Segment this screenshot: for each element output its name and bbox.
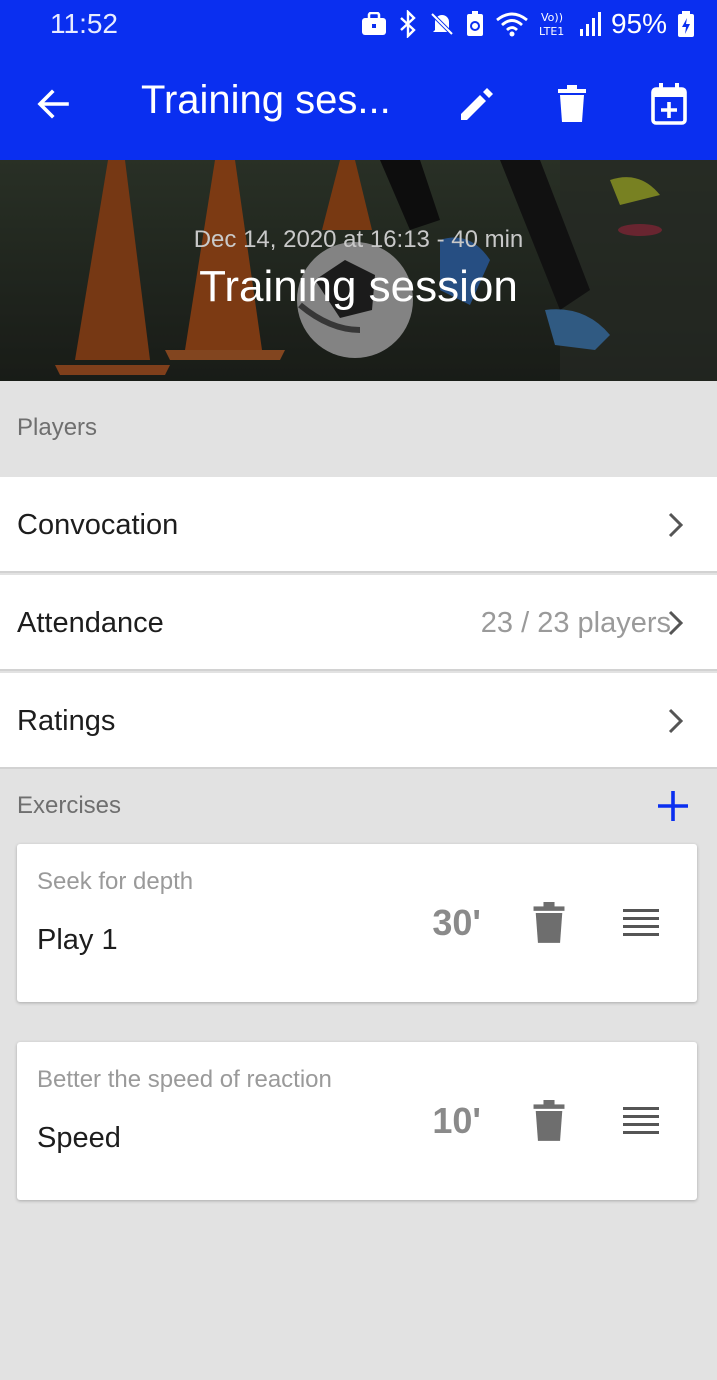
trash-icon[interactable] (529, 902, 569, 944)
svg-text:Vo)): Vo)) (541, 11, 563, 24)
add-exercise-button[interactable] (655, 788, 691, 824)
session-datetime: Dec 14, 2020 at 16:13 - 40 min (193, 226, 524, 253)
session-title: Training session (199, 262, 518, 311)
edit-button[interactable] (449, 76, 505, 132)
plus-icon (658, 791, 688, 821)
chevron-right-icon (668, 512, 684, 538)
status-bar: 11:52 Vo)) LTE1 95% (0, 0, 717, 48)
volte-icon: Vo))LTE1 (539, 11, 564, 38)
chevron-right-icon (668, 708, 684, 734)
row-convocation[interactable]: Convocation (0, 477, 717, 573)
trash-icon (558, 85, 586, 122)
status-time: 11:52 (50, 8, 118, 39)
app-bar: Training ses... (0, 48, 717, 160)
attendance-count: 23 / 23 players (480, 607, 671, 639)
app-header: 11:52 Vo)) LTE1 95% Training ses... (0, 0, 717, 160)
exercise-duration: 30' (432, 902, 481, 943)
wifi-icon (496, 12, 528, 37)
briefcase-icon (361, 12, 386, 35)
exercise-name: Play 1 (37, 924, 118, 956)
battery-charging-icon (678, 11, 694, 37)
edit-pencil-icon (461, 88, 493, 120)
drag-handle-icon[interactable] (621, 906, 661, 940)
row-label: Convocation (17, 509, 179, 541)
delete-session-button[interactable] (544, 76, 600, 132)
exercise-description: Better the speed of reaction (37, 1066, 332, 1093)
hero-banner: Dec 14, 2020 at 16:13 - 40 min Training … (0, 160, 717, 381)
players-section-label: Players (17, 414, 98, 441)
svg-text:LTE1: LTE1 (539, 25, 564, 38)
add-to-calendar-button[interactable] (641, 76, 697, 132)
row-ratings[interactable]: Ratings (0, 673, 717, 769)
exercise-card[interactable]: Better the speed of reaction Speed 10' (17, 1042, 697, 1200)
exercise-duration: 10' (432, 1100, 481, 1141)
page-title: Training ses... (141, 78, 391, 122)
battery-saver-icon (466, 11, 483, 36)
row-label: Attendance (17, 607, 164, 639)
battery-percent: 95% (610, 8, 667, 39)
signal-icon (579, 12, 601, 36)
exercises-section-label: Exercises (17, 792, 122, 819)
calendar-add-icon (651, 83, 687, 125)
status-icons: Vo)) LTE1 95% (361, 8, 695, 40)
back-button[interactable] (25, 76, 81, 132)
bluetooth-icon (400, 10, 416, 38)
trash-icon[interactable] (529, 1100, 569, 1142)
exercise-card[interactable]: Seek for depth Play 1 30' (17, 844, 697, 1002)
exercise-description: Seek for depth (37, 868, 194, 895)
drag-handle-icon[interactable] (621, 1104, 661, 1138)
back-arrow-icon (37, 89, 69, 119)
chevron-right-icon (668, 610, 684, 636)
row-label: Ratings (17, 705, 116, 737)
mute-icon (430, 12, 454, 36)
row-attendance[interactable]: Attendance 23 / 23 players (0, 575, 717, 671)
exercise-name: Speed (37, 1122, 121, 1154)
